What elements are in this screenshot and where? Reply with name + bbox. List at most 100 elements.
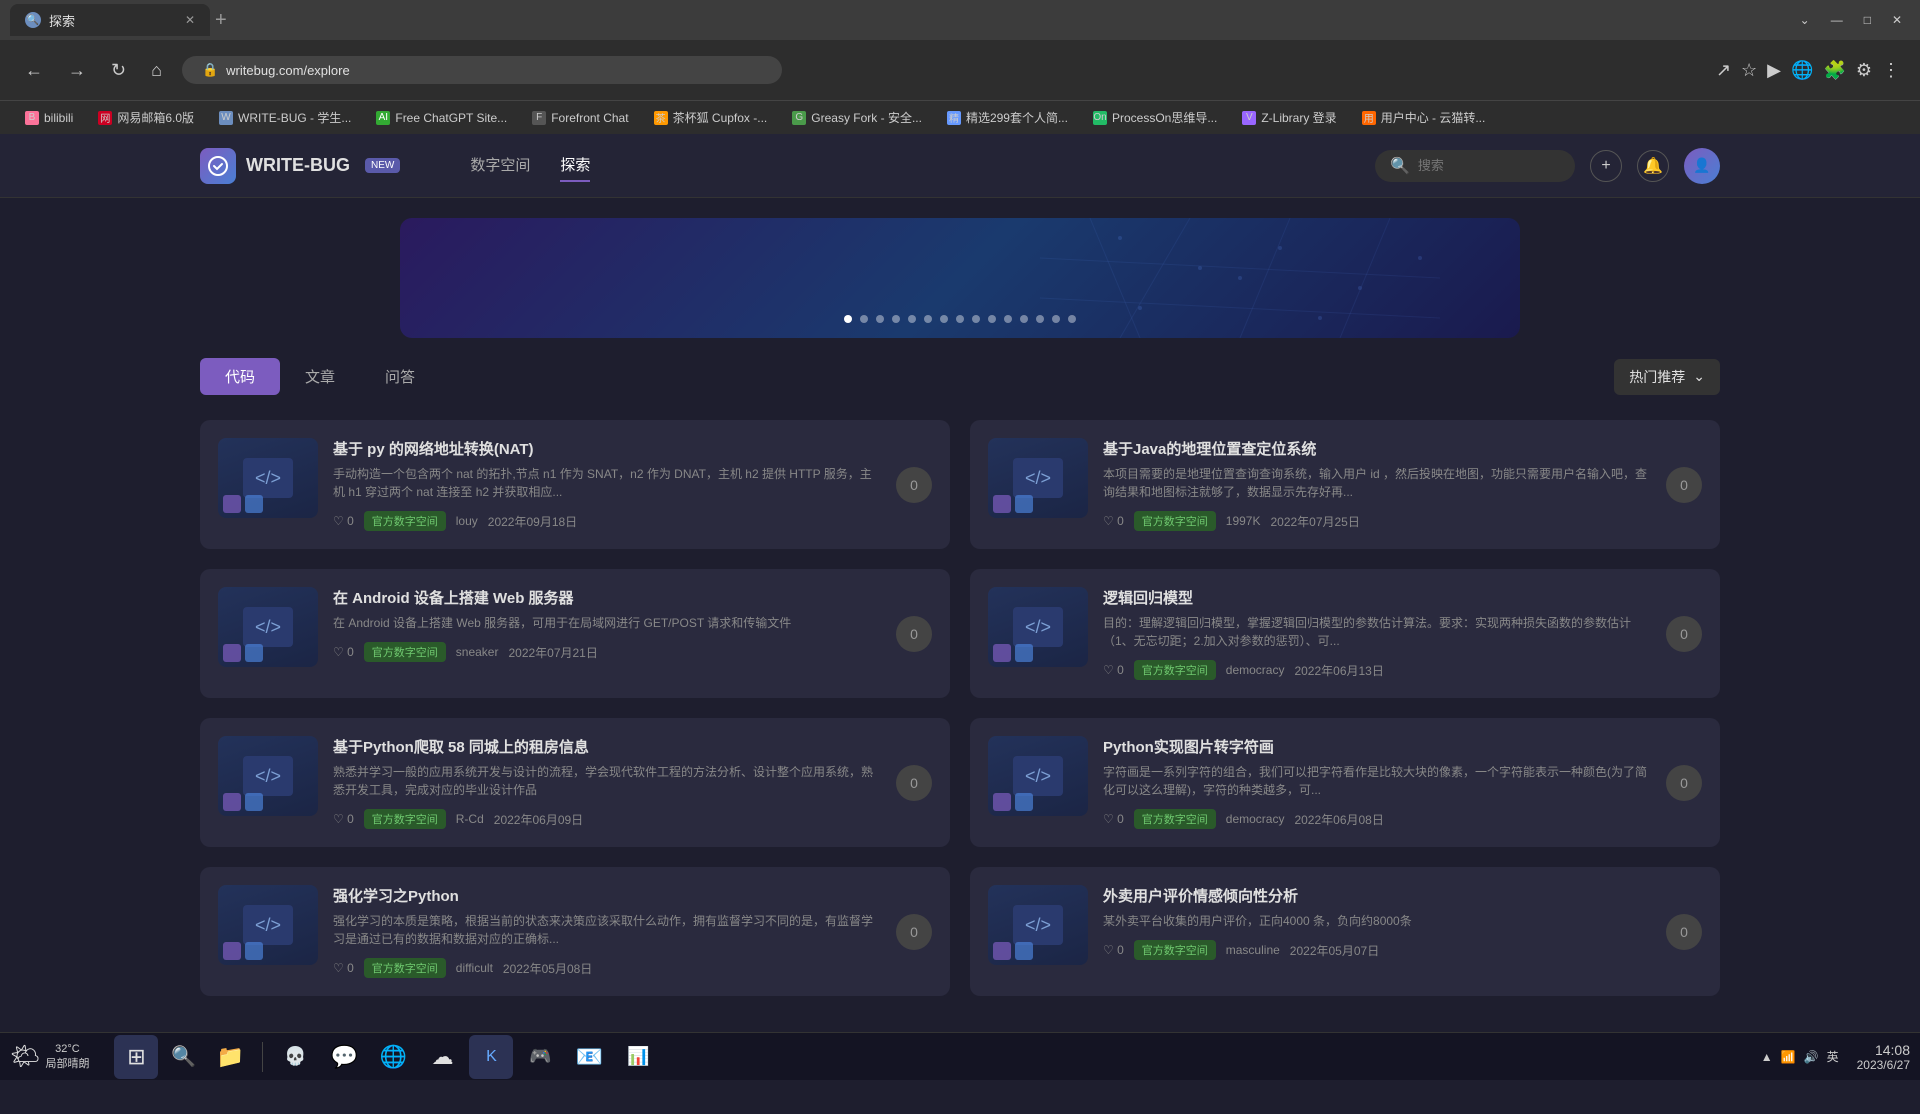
banner-dot-6[interactable] (924, 315, 932, 323)
taskbar-app-skull[interactable]: 💀 (273, 1035, 317, 1079)
taskbar-app-game[interactable]: 🎮 (518, 1035, 562, 1079)
bookmark-usercenter[interactable]: 用 用户中心 - 云猫转... (1352, 106, 1496, 129)
back-button[interactable]: ← (20, 55, 48, 86)
bookmark-processon[interactable]: On ProcessOn思维导... (1083, 106, 1227, 129)
card-title: 基于 py 的网络地址转换(NAT) (333, 438, 881, 459)
ime-icon[interactable]: 英 (1827, 1048, 1839, 1065)
banner-dot-12[interactable] (1020, 315, 1028, 323)
table-row[interactable]: </> 基于 py 的网络地址转换(NAT) 手动构造一个包含两个 nat 的拓… (200, 420, 950, 549)
bookmark-bilibili[interactable]: B bilibili (15, 108, 83, 128)
temperature: 32°C (55, 1043, 80, 1055)
processon-icon: On (1093, 111, 1107, 125)
taskbar-start-button[interactable]: ⊞ (114, 1035, 158, 1079)
taskbar-onedrive[interactable]: ☁ (420, 1035, 464, 1079)
forward-button[interactable]: → (63, 55, 91, 86)
banner-dot-8[interactable] (956, 315, 964, 323)
tab-qa[interactable]: 问答 (360, 358, 440, 395)
sort-dropdown[interactable]: 热门推荐 ⌄ (1614, 359, 1720, 395)
taskbar-app-mail[interactable]: 📧 (567, 1035, 611, 1079)
bookmark-writebug[interactable]: W WRITE-BUG - 学生... (209, 106, 361, 129)
bookmark-jianli[interactable]: 精 精选299套个人简... (937, 106, 1078, 129)
extension2-icon[interactable]: ⚙ (1856, 60, 1872, 81)
table-row[interactable]: </> Python实现图片转字符画 字符画是一系列字符的组合，我们可以把字符看… (970, 718, 1720, 847)
bookmark-netease[interactable]: 网 网易邮箱6.0版 (88, 106, 204, 129)
table-row[interactable]: </> 逻辑回归模型 目的：理解逻辑回归模型，掌握逻辑回归模型的参数估计算法。要… (970, 569, 1720, 698)
taskbar-app-k[interactable]: K (469, 1035, 513, 1079)
table-row[interactable]: </> 基于Python爬取 58 同城上的租房信息 熟悉并学习一般的应用系统开… (200, 718, 950, 847)
card-thumbnail: </> (218, 587, 318, 667)
tab-list-button[interactable]: ⌄ (1792, 9, 1818, 31)
author: 1997K (1226, 514, 1261, 528)
card-title: 逻辑回归模型 (1103, 587, 1651, 608)
bookmark-forefront[interactable]: F Forefront Chat (522, 108, 638, 128)
banner-dot-14[interactable] (1052, 315, 1060, 323)
code-icon: </> (243, 905, 293, 945)
logo-text: WRITE-BUG (246, 155, 350, 176)
tab-article[interactable]: 文章 (280, 358, 360, 395)
home-button[interactable]: ⌂ (146, 55, 167, 86)
share-icon[interactable]: ↗ (1716, 60, 1731, 81)
avatar[interactable]: 👤 (1684, 148, 1720, 184)
volume-icon[interactable]: 🔊 (1804, 1050, 1819, 1064)
banner-dot-4[interactable] (892, 315, 900, 323)
active-tab[interactable]: 🔍 探索 ✕ (10, 4, 210, 36)
new-tab-button[interactable]: + (215, 9, 227, 32)
search-box[interactable]: 🔍 (1375, 150, 1575, 182)
content-area: 代码 文章 问答 热门推荐 ⌄ </> 基于 py 的网络地址转换(NAT) 手… (0, 338, 1920, 1016)
writebug-label: WRITE-BUG - 学生... (238, 109, 351, 126)
tray-icon-1[interactable]: ▲ (1761, 1050, 1773, 1064)
card-meta: ♡ 0 官方数字空间 democracy 2022年06月13日 (1103, 660, 1651, 680)
table-row[interactable]: </> 强化学习之Python 强化学习的本质是策略，根据当前的状态来决策应该采… (200, 867, 950, 996)
play-icon[interactable]: ▶ (1767, 60, 1781, 81)
bookmark-chatgpt[interactable]: AI Free ChatGPT Site... (366, 108, 517, 128)
add-button[interactable]: + (1590, 150, 1622, 182)
bookmark-cupfox[interactable]: 茶 茶杯狐 Cupfox -... (644, 106, 778, 129)
site-header: WRITE-BUG NEW 数字空间 探索 🔍 + 🔔 👤 (0, 134, 1920, 198)
tab-code[interactable]: 代码 (200, 358, 280, 395)
card-content: 基于Java的地理位置查定位系统 本项目需要的是地理位置查询查询系统，输入用户 … (1103, 438, 1651, 531)
star-icon[interactable]: ☆ (1741, 60, 1757, 81)
banner-dot-1[interactable] (844, 315, 852, 323)
banner-dot-15[interactable] (1068, 315, 1076, 323)
bookmarks-bar: B bilibili 网 网易邮箱6.0版 W WRITE-BUG - 学生..… (0, 100, 1920, 134)
taskbar-app-wechat[interactable]: 💬 (322, 1035, 366, 1079)
maximize-button[interactable]: □ (1856, 9, 1879, 31)
sort-label: 热门推荐 (1629, 367, 1685, 387)
nav-explore[interactable]: 探索 (560, 149, 590, 182)
logo-icon (200, 148, 236, 184)
cards-grid: </> 基于 py 的网络地址转换(NAT) 手动构造一个包含两个 nat 的拓… (200, 420, 1720, 996)
network-icon[interactable]: 📶 (1781, 1050, 1796, 1064)
card-content: 基于Python爬取 58 同城上的租房信息 熟悉并学习一般的应用系统开发与设计… (333, 736, 881, 829)
banner-dot-5[interactable] (908, 315, 916, 323)
notification-button[interactable]: 🔔 (1637, 150, 1669, 182)
table-row[interactable]: </> 在 Android 设备上搭建 Web 服务器 在 Android 设备… (200, 569, 950, 698)
taskbar-search-button[interactable]: 🔍 (163, 1037, 203, 1077)
taskbar-clock[interactable]: 14:08 2023/6/27 (1857, 1042, 1910, 1072)
banner-dot-9[interactable] (972, 315, 980, 323)
bookmark-zlibrary[interactable]: V Z-Library 登录 (1232, 106, 1346, 129)
banner-dot-13[interactable] (1036, 315, 1044, 323)
banner-dot-2[interactable] (860, 315, 868, 323)
taskbar-file-explorer[interactable]: 📁 (208, 1035, 252, 1079)
card-count: 0 (896, 616, 932, 652)
menu-icon[interactable]: ⋮ (1882, 60, 1900, 81)
table-row[interactable]: </> 基于Java的地理位置查定位系统 本项目需要的是地理位置查询查询系统，输… (970, 420, 1720, 549)
bookmark-greasyfork[interactable]: G Greasy Fork - 安全... (782, 106, 932, 129)
logo[interactable]: WRITE-BUG NEW (200, 148, 400, 184)
banner-dot-10[interactable] (988, 315, 996, 323)
banner-dot-7[interactable] (940, 315, 948, 323)
tab-close-button[interactable]: ✕ (185, 13, 195, 27)
extension1-icon[interactable]: 🧩 (1823, 60, 1845, 81)
banner-dot-11[interactable] (1004, 315, 1012, 323)
search-input[interactable] (1418, 158, 1560, 173)
refresh-button[interactable]: ↻ (106, 55, 131, 86)
minimize-button[interactable]: — (1823, 9, 1851, 31)
taskbar-excel[interactable]: 📊 (616, 1035, 660, 1079)
banner-dot-3[interactable] (876, 315, 884, 323)
taskbar-chrome[interactable]: 🌐 (371, 1035, 415, 1079)
close-button[interactable]: ✕ (1884, 9, 1910, 31)
chrome-icon[interactable]: 🌐 (1791, 60, 1813, 81)
nav-digital-space[interactable]: 数字空间 (470, 149, 530, 182)
table-row[interactable]: </> 外卖用户评价情感倾向性分析 某外卖平台收集的用户评价，正向4000 条，… (970, 867, 1720, 996)
address-input[interactable]: 🔒 writebug.com/explore (182, 56, 782, 84)
